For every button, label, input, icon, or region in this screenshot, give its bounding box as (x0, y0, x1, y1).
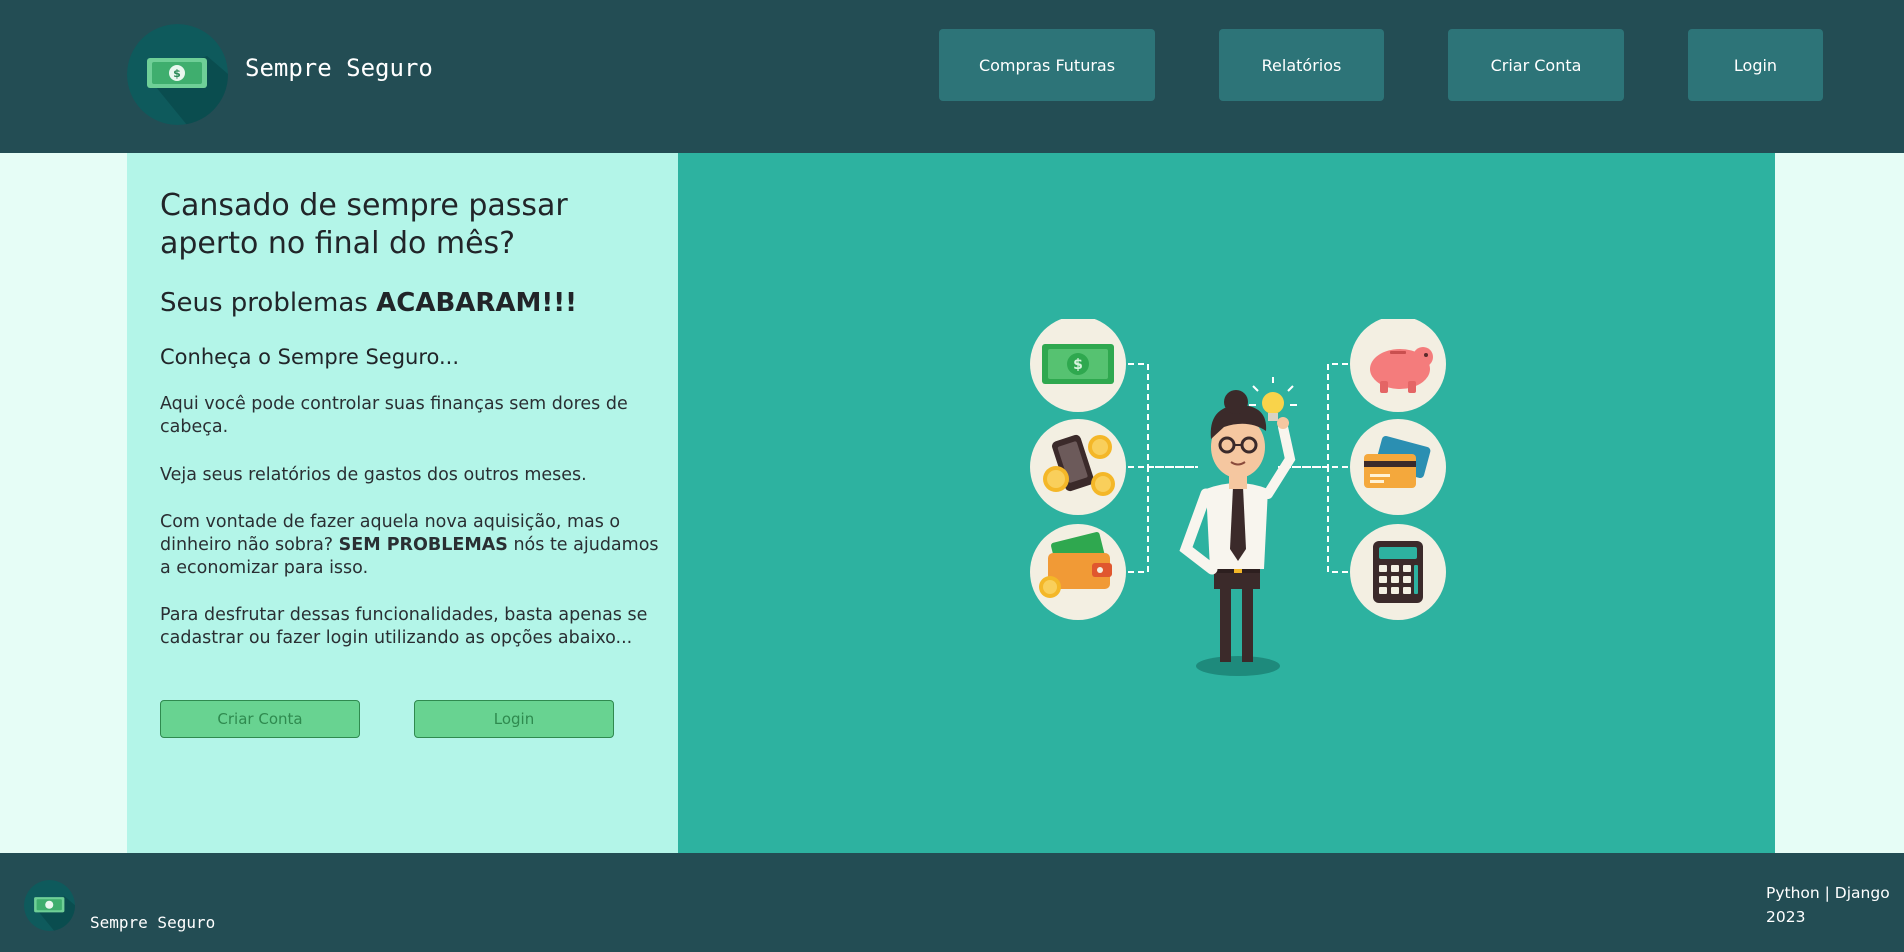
footer-brand: Sempre Seguro (90, 913, 216, 932)
nav-compras-futuras-button[interactable]: Compras Futuras (939, 29, 1155, 101)
phone-coins-icon (1030, 419, 1126, 515)
finance-illustration: $ (1030, 319, 1446, 676)
logo-money-icon[interactable]: $ (127, 24, 228, 125)
paragraph-reports: Veja seus relatórios de gastos dos outro… (160, 465, 587, 485)
paragraph-finances: Aqui você pode controlar suas finanças s… (160, 394, 628, 437)
nav-relatorios-button[interactable]: Relatórios (1219, 29, 1384, 101)
footer-tech: Python | Django (1766, 884, 1890, 902)
footer-info: Python | Django 2023 (1766, 881, 1890, 929)
hero-title: Cansado de sempre passar aperto no final… (160, 188, 568, 261)
money-bill-icon: $ (1030, 319, 1126, 412)
svg-text:$: $ (173, 67, 181, 80)
calculator-icon (1350, 524, 1446, 620)
login-button[interactable]: Login (414, 700, 614, 738)
illustration-panel: $ (678, 153, 1775, 853)
hero-subtitle: Seus problemas ACABARAM!!! (160, 288, 577, 318)
wallet-icon (1030, 524, 1126, 620)
create-account-button[interactable]: Criar Conta (160, 700, 360, 738)
footer: Sempre Seguro Python | Django 2023 (0, 853, 1904, 952)
footer-logo-money-icon (24, 880, 75, 931)
svg-text:$: $ (1073, 357, 1083, 373)
footer-year: 2023 (1766, 908, 1806, 926)
piggy-bank-icon (1350, 319, 1446, 412)
hero-intro: Conheça o Sempre Seguro... (160, 345, 460, 369)
top-navbar: $ Sempre Seguro Compras Futuras Relatóri… (0, 0, 1904, 153)
businessman-illustration (1179, 390, 1296, 676)
credit-card-icon (1350, 419, 1446, 515)
paragraph-savings: Com vontade de fazer aquela nova aquisiç… (160, 512, 659, 578)
intro-panel: Cansado de sempre passar aperto no final… (127, 153, 678, 853)
paragraph-signup: Para desfrutar dessas funcionalidades, b… (160, 605, 648, 648)
nav-login-button[interactable]: Login (1688, 29, 1823, 101)
nav-criar-conta-button[interactable]: Criar Conta (1448, 29, 1624, 101)
brand-name[interactable]: Sempre Seguro (245, 54, 433, 82)
